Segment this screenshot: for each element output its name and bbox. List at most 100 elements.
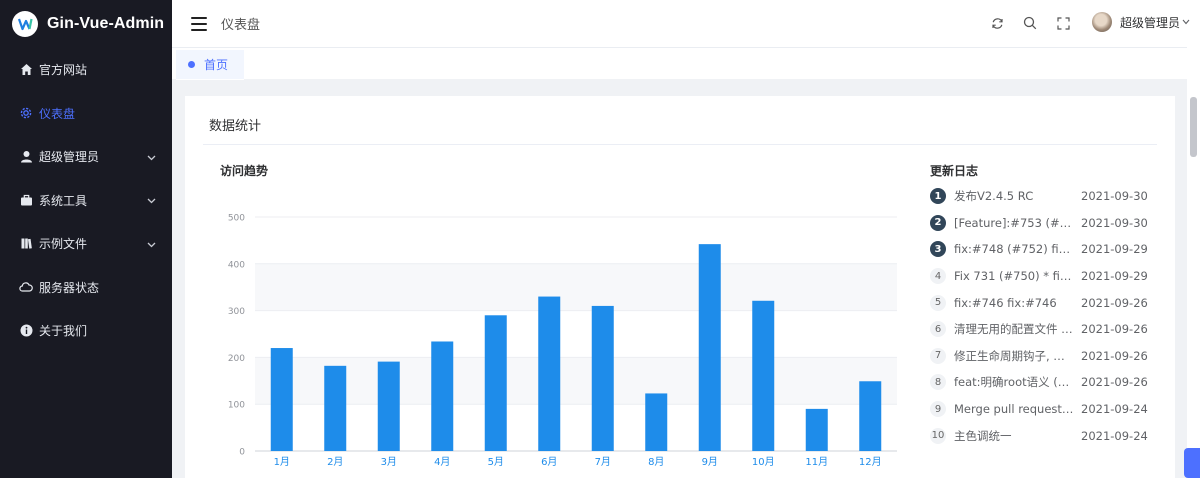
sidebar-item-system-tools[interactable]: 系统工具 (0, 179, 172, 223)
refresh-icon[interactable] (990, 16, 1004, 30)
changelog-item: 7 修正生命周期钩子, … 2021-09-26 (930, 343, 1155, 370)
book-icon (19, 237, 33, 251)
changelog-text[interactable]: 清理无用的配置文件 … (954, 321, 1076, 337)
chevron-down-icon (147, 193, 156, 207)
bar[interactable] (538, 296, 561, 451)
changelog-item: 4 Fix 731 (#750) * fix:#… 2021-09-29 (930, 263, 1155, 290)
y-tick-label: 0 (239, 448, 245, 458)
briefcase-icon (19, 193, 33, 207)
changelog-date: 2021-09-30 (1081, 189, 1148, 204)
bar[interactable] (431, 341, 454, 451)
changelog-text[interactable]: feat:明确root语义 (#7… (954, 374, 1076, 390)
changelog-title: 更新日志 (930, 164, 979, 178)
x-tick-label: 6月 (541, 456, 557, 468)
sidebar-menu: 官方网站 仪表盘 超级管理员 系统工具 示例文件 服务器状态 关于我们 (0, 48, 172, 353)
changelog-text[interactable]: fix:#748 (#752) fix:#748 (954, 242, 1076, 256)
avatar (1092, 12, 1112, 32)
x-tick-label: 10月 (752, 456, 775, 468)
tab-label: 首页 (204, 58, 229, 72)
x-tick-label: 5月 (488, 456, 504, 468)
tab-home[interactable]: 首页 (176, 50, 244, 80)
changelog-date: 2021-09-29 (1081, 242, 1148, 257)
vertical-scrollbar[interactable] (1187, 47, 1200, 478)
sidebar-item-label: 服务器状态 (39, 280, 100, 295)
active-dot-icon (188, 61, 195, 68)
changelog-date: 2021-09-24 (1081, 402, 1148, 417)
user-name: 超级管理员 (1120, 15, 1181, 30)
changelog-text[interactable]: 修正生命周期钩子, … (954, 348, 1076, 364)
grid-band (255, 263, 897, 311)
grid-band (255, 357, 897, 405)
sidebar-item-label: 示例文件 (39, 237, 88, 252)
user-menu[interactable]: 超级管理员 (1092, 12, 1190, 32)
sidebar-item-official-site[interactable]: 官方网站 (0, 48, 172, 92)
x-tick-label: 2月 (327, 456, 343, 468)
info-icon (19, 324, 33, 338)
visit-trend-chart: 0 100 200 300 400 500 1月 2月 3月 4月 5月 6月 7月 8月 9月 10月 11月… (228, 214, 897, 468)
bar[interactable] (270, 348, 293, 451)
menu-toggle-icon[interactable] (191, 16, 207, 31)
sidebar-item-label: 超级管理员 (39, 150, 100, 165)
changelog-index: 1 (930, 188, 946, 205)
bar[interactable] (591, 305, 614, 451)
x-tick-label: 3月 (381, 456, 397, 468)
sidebar-item-super-admin[interactable]: 超级管理员 (0, 135, 172, 179)
changelog-date: 2021-09-26 (1081, 295, 1148, 310)
sidebar-item-about-us[interactable]: 关于我们 (0, 309, 172, 353)
changelog-text[interactable]: Fix 731 (#750) * fix:#… (954, 269, 1076, 283)
sidebar-item-label: 仪表盘 (39, 106, 76, 121)
top-header: 仪表盘 超级管理员 (172, 0, 1200, 47)
home-icon (19, 63, 33, 77)
bar[interactable] (377, 361, 400, 451)
x-tick-label: 12月 (859, 456, 882, 468)
user-icon (19, 150, 33, 164)
sidebar-item-example-files[interactable]: 示例文件 (0, 222, 172, 266)
y-tick-label: 300 (228, 307, 245, 317)
x-tick-label: 1月 (274, 456, 290, 468)
changelog-text[interactable]: fix:#746 fix:#746 (954, 296, 1076, 310)
changelog-date: 2021-09-24 (1081, 428, 1148, 443)
x-tick-label: 9月 (702, 456, 718, 468)
brand[interactable]: Gin-Vue-Admin (0, 0, 172, 48)
changelog-index: 2 (930, 214, 946, 231)
y-tick-label: 500 (228, 214, 245, 224)
changelog-index: 4 (930, 268, 946, 285)
changelog-item: 8 feat:明确root语义 (#7… 2021-09-26 (930, 369, 1155, 396)
tab-bar: 首页 (172, 47, 1200, 80)
changelog-index: 10 (930, 427, 946, 444)
changelog-date: 2021-09-26 (1081, 375, 1148, 390)
bar[interactable] (324, 365, 347, 451)
changelog-list: 1 发布V2.4.5 RC 2021-09-30 2 [Feature]:#753 (#… (930, 183, 1155, 449)
bar[interactable] (859, 381, 882, 451)
changelog-item: 6 清理无用的配置文件 … 2021-09-26 (930, 316, 1155, 343)
stats-card: 数据统计 访问趋势 0 100 200 300 400 500 1月 2月 3月 4月 5月 6月 7月… (185, 96, 1175, 478)
changelog-text[interactable]: [Feature]:#753 (#754)… (954, 216, 1076, 230)
gva-logo-icon (12, 11, 38, 37)
changelog-index: 5 (930, 294, 946, 311)
changelog-text[interactable]: 主色调统一 (954, 428, 1076, 444)
changelog-index: 7 (930, 347, 946, 364)
chevron-down-icon (147, 150, 156, 164)
x-tick-label: 11月 (805, 456, 828, 468)
changelog-text[interactable]: Merge pull request #7… (954, 402, 1076, 416)
bar[interactable] (645, 393, 668, 451)
fullscreen-icon[interactable] (1056, 16, 1070, 30)
gear-icon (19, 106, 33, 120)
scrollbar-thumb[interactable] (1190, 97, 1197, 157)
changelog-date: 2021-09-26 (1081, 322, 1148, 337)
settings-float-button[interactable] (1184, 448, 1200, 478)
bar[interactable] (484, 315, 507, 451)
cloud-icon (19, 280, 33, 294)
changelog-item: 10 主色调统一 2021-09-24 (930, 422, 1155, 449)
changelog-date: 2021-09-29 (1081, 269, 1148, 284)
sidebar-item-server-status[interactable]: 服务器状态 (0, 266, 172, 310)
bar[interactable] (805, 408, 828, 451)
changelog-index: 8 (930, 374, 946, 391)
sidebar: Gin-Vue-Admin 官方网站 仪表盘 超级管理员 系统工具 示例文件 服… (0, 0, 172, 478)
x-tick-label: 8月 (648, 456, 664, 468)
bar[interactable] (752, 300, 775, 451)
changelog-text[interactable]: 发布V2.4.5 RC (954, 188, 1076, 204)
search-icon[interactable] (1023, 16, 1037, 30)
sidebar-item-dashboard[interactable]: 仪表盘 (0, 92, 172, 136)
bar[interactable] (698, 244, 721, 451)
